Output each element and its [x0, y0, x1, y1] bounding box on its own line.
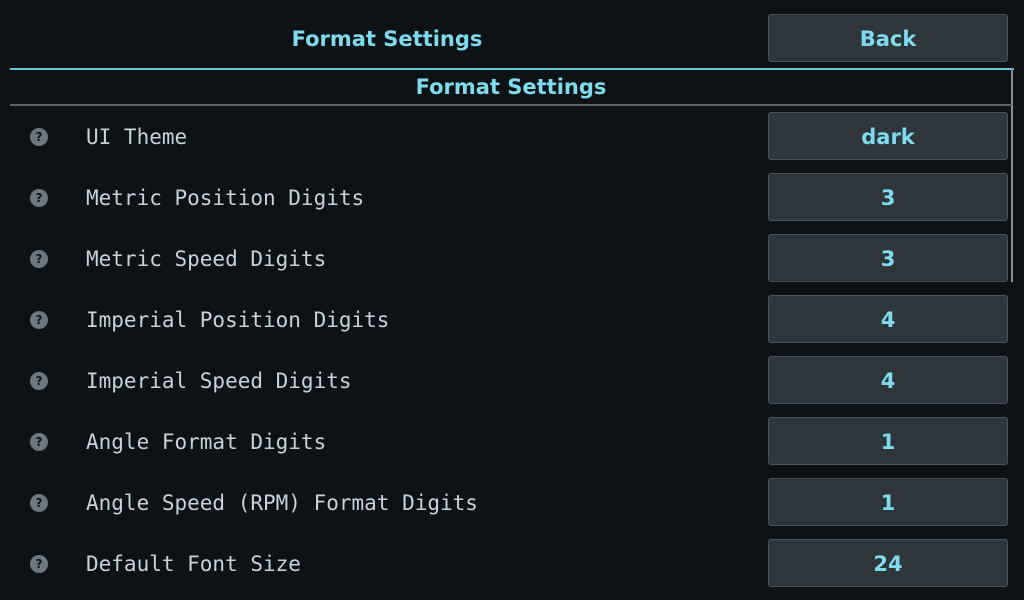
setting-value-button[interactable]: 1 [768, 417, 1008, 465]
help-icon[interactable]: ? [30, 433, 48, 451]
page-title: Format Settings [291, 27, 483, 51]
help-icon[interactable]: ? [30, 555, 48, 573]
setting-row-metric-speed-digits: ? Metric Speed Digits 3 [0, 234, 1024, 284]
section-title: Format Settings [415, 75, 607, 99]
setting-row-default-font-size: ? Default Font Size 24 [0, 539, 1024, 589]
panel-top-divider [10, 68, 1014, 70]
help-icon[interactable]: ? [30, 250, 48, 268]
help-icon[interactable]: ? [30, 189, 48, 207]
setting-row-imperial-position-digits: ? Imperial Position Digits 4 [0, 295, 1024, 345]
setting-row-ui-theme: ? UI Theme dark [0, 112, 1024, 162]
setting-row-angle-speed-format-digits: ? Angle Speed (RPM) Format Digits 1 [0, 478, 1024, 528]
help-icon[interactable]: ? [30, 311, 48, 329]
setting-label: Imperial Position Digits [86, 308, 390, 332]
setting-value-button[interactable]: 3 [768, 234, 1008, 282]
setting-row-angle-format-digits: ? Angle Format Digits 1 [0, 417, 1024, 467]
setting-label: Angle Format Digits [86, 430, 327, 454]
setting-label: Default Font Size [86, 552, 301, 576]
setting-row-metric-position-digits: ? Metric Position Digits 3 [0, 173, 1024, 223]
setting-value-button[interactable]: 4 [768, 356, 1008, 404]
setting-label: Metric Position Digits [86, 186, 365, 210]
setting-label: Metric Speed Digits [86, 247, 327, 271]
help-icon[interactable]: ? [30, 372, 48, 390]
setting-value-button[interactable]: 4 [768, 295, 1008, 343]
back-button[interactable]: Back [768, 14, 1008, 62]
help-icon[interactable]: ? [30, 494, 48, 512]
setting-label: Imperial Speed Digits [86, 369, 352, 393]
setting-value-button[interactable]: 1 [768, 478, 1008, 526]
setting-label: Angle Speed (RPM) Format Digits [86, 491, 478, 515]
setting-row-imperial-speed-digits: ? Imperial Speed Digits 4 [0, 356, 1024, 406]
setting-value-button[interactable]: 3 [768, 173, 1008, 221]
setting-value-button[interactable]: 24 [768, 539, 1008, 587]
help-icon[interactable]: ? [30, 128, 48, 146]
section-divider [10, 104, 1012, 106]
setting-value-button[interactable]: dark [768, 112, 1008, 160]
setting-label: UI Theme [86, 125, 188, 149]
